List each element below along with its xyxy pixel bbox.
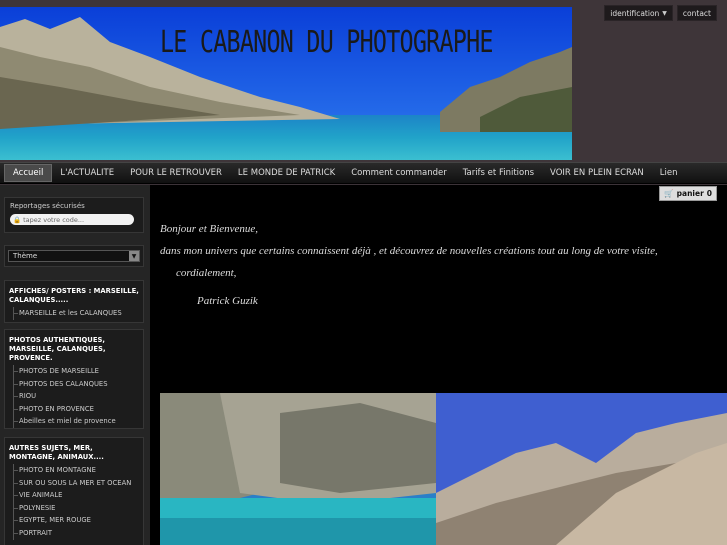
secure-reports-label: Reportages sécurisés [10,202,85,210]
category-link[interactable]: PHOTO EN MONTAGNE [13,464,143,477]
main-content: 🛒 panier 0 Bonjour et Bienvenue, dans mo… [150,185,727,545]
category-link[interactable]: EGYPTE, MER ROUGE [13,514,143,527]
cart-icon: 🛒 [664,189,674,198]
site-title: LE CABANON DU PHOTOGRAPHE [160,25,493,60]
category-title: AFFICHES/ POSTERS : MARSEILLE, CALANQUES… [9,287,139,304]
nav-item-lien[interactable]: Lien [652,164,686,182]
category-list: PHOTO EN MONTAGNE SUR OU SOUS LA MER ET … [5,464,143,544]
cart-button[interactable]: 🛒 panier 0 [659,186,717,201]
category-link[interactable]: PHOTO EN PROVENCE [13,402,143,416]
identification-button[interactable]: identification ▼ [604,5,673,21]
code-input[interactable]: 🔒 tapez votre code... [10,214,134,225]
theme-select[interactable]: Thème ▼ [8,250,140,262]
category-link[interactable]: POLYNESIE [13,501,143,515]
chevron-down-icon: ▼ [662,9,667,17]
category-list: PHOTOS DE MARSEILLE PHOTOS DES CALANQUES… [5,365,143,432]
category-box: AUTRES SUJETS, MER, MONTAGNE, ANIMAUX...… [4,437,144,545]
header: LE CABANON DU PHOTOGRAPHE identification… [0,0,727,162]
code-placeholder: tapez votre code... [23,215,85,224]
category-link[interactable]: VIE ANIMALE [13,489,143,502]
photo-gallery [160,393,727,545]
nav-item-pour-le-retrouver[interactable]: POUR LE RETROUVER [122,164,230,182]
theme-label: Thème [13,252,38,260]
sidebar: Reportages sécurisés 🔒 tapez votre code.… [0,185,150,545]
nav-item-actualite[interactable]: L'ACTUALITE [52,164,122,182]
theme-box: Thème ▼ [4,245,144,267]
top-links: identification ▼ contact [604,5,717,21]
category-box: PHOTOS AUTHENTIQUES, MARSEILLE, CALANQUE… [4,329,144,429]
welcome-line: cordialement, [176,267,237,279]
category-link[interactable]: Abeilles et miel de provence [13,415,143,428]
category-link[interactable]: PHOTOS DES CALANQUES [13,377,143,391]
identification-label: identification [610,8,660,18]
category-link[interactable]: PHOTOS DE MARSEILLE [13,365,143,378]
signature: Patrick Guzik [197,295,258,307]
calanque-photo[interactable] [160,393,436,545]
nav-item-monde-de-patrick[interactable]: LE MONDE DE PATRICK [230,164,343,182]
nav-item-accueil[interactable]: Accueil [4,164,53,182]
banner-image: LE CABANON DU PHOTOGRAPHE [0,7,572,160]
chevron-down-icon: ▼ [129,251,139,261]
secure-reports-box: Reportages sécurisés 🔒 tapez votre code.… [4,197,144,233]
contact-label: contact [682,8,711,18]
contact-button[interactable]: contact [676,5,717,21]
category-list: MARSEILLE et les CALANQUES [5,307,143,324]
cart-label: panier [676,189,704,198]
nav-item-plein-ecran[interactable]: VOIR EN PLEIN ECRAN [542,164,652,182]
lock-icon: 🔒 [13,215,22,224]
category-title: PHOTOS AUTHENTIQUES, MARSEILLE, CALANQUE… [9,336,106,362]
mountain-photo[interactable] [436,393,727,545]
nav-item-comment-commander[interactable]: Comment commander [343,164,455,182]
cart-count: 0 [706,189,712,198]
category-box: AFFICHES/ POSTERS : MARSEILLE, CALANQUES… [4,280,144,323]
main-nav: Accueil L'ACTUALITE POUR LE RETROUVER LE… [0,162,727,184]
category-link[interactable]: PORTRAIT [13,526,143,540]
welcome-line: dans mon univers que certains connaissen… [160,245,658,257]
category-title: AUTRES SUJETS, MER, MONTAGNE, ANIMAUX...… [9,444,104,461]
welcome-line: Bonjour et Bienvenue, [160,223,259,235]
welcome-text: Bonjour et Bienvenue, dans mon univers q… [160,218,658,312]
nav-item-tarifs[interactable]: Tarifs et Finitions [455,164,542,182]
category-link[interactable]: MARSEILLE et les CALANQUES [13,307,143,320]
category-link[interactable]: SUR OU SOUS LA MER ET OCEAN [13,476,143,490]
category-link[interactable]: RIOU [13,390,143,403]
